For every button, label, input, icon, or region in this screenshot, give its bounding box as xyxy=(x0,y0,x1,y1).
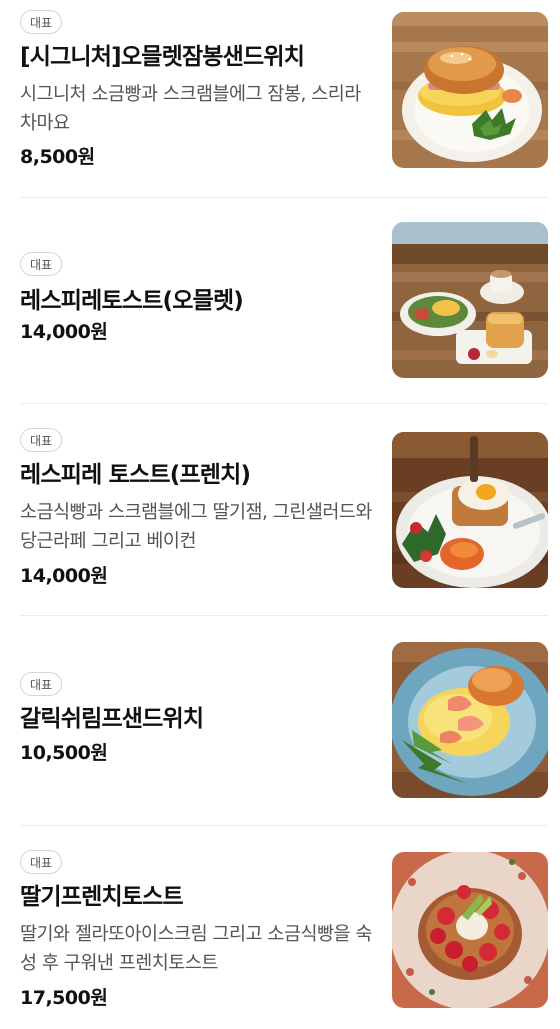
menu-item-price: 14,000원 xyxy=(20,321,108,343)
menu-item[interactable]: 대표 딸기프렌치토스트 딸기와 젤라또아이스크림 그리고 소금식빵을 숙성 후 … xyxy=(20,850,548,1010)
menu-item[interactable]: 대표 [시그니처]오믈렛잠봉샌드위치 시그니처 소금빵과 스크램블에그 잠봉, … xyxy=(20,10,548,170)
menu-item[interactable]: 대표 레스피레토스트(오믈렛) 14,000원 xyxy=(20,220,548,380)
signature-badge: 대표 xyxy=(20,252,62,276)
garlic-shrimp-sandwich-photo xyxy=(392,642,548,798)
strawberry-french-toast-photo xyxy=(392,852,548,1008)
menu-item-price: 17,500원 xyxy=(20,987,108,1009)
menu-item-name: 레스피레 토스트(프렌치) xyxy=(20,462,251,488)
menu-item[interactable]: 대표 갈릭쉬림프샌드위치 10,500원 xyxy=(20,640,548,800)
menu-item-price: 10,500원 xyxy=(20,742,108,764)
menu-item-name: [시그니처]오믈렛잠봉샌드위치 xyxy=(20,44,305,70)
divider xyxy=(20,197,548,198)
menu-item-description: 소금식빵과 스크램블에그 딸기잼, 그린샐러드와 당근라페 그리고 베이컨 xyxy=(20,502,372,552)
divider xyxy=(20,403,548,404)
divider xyxy=(20,615,548,616)
signature-badge: 대표 xyxy=(20,672,62,696)
menu-item-price: 14,000원 xyxy=(20,565,108,587)
respire-toast-omelette-photo xyxy=(392,222,548,378)
omelette-jambon-sandwich-photo xyxy=(392,12,548,168)
menu-item-price: 8,500원 xyxy=(20,146,95,168)
menu-item[interactable]: 대표 레스피레 토스트(프렌치) 소금식빵과 스크램블에그 딸기잼, 그린샐러드… xyxy=(20,428,548,588)
menu-item-name: 딸기프렌치토스트 xyxy=(20,884,184,910)
divider xyxy=(20,825,548,826)
signature-badge: 대표 xyxy=(20,850,62,874)
menu-item-name: 갈릭쉬림프샌드위치 xyxy=(20,706,204,732)
menu-item-name: 레스피레토스트(오믈렛) xyxy=(20,288,244,314)
menu-item-description: 시그니처 소금빵과 스크램블에그 잠봉, 스리라차마요 xyxy=(20,84,361,134)
menu-item-description: 딸기와 젤라또아이스크림 그리고 소금식빵을 숙성 후 구워낸 프렌치토스트 xyxy=(20,924,372,974)
signature-badge: 대표 xyxy=(20,428,62,452)
signature-badge: 대표 xyxy=(20,10,62,34)
respire-toast-french-photo xyxy=(392,432,548,588)
